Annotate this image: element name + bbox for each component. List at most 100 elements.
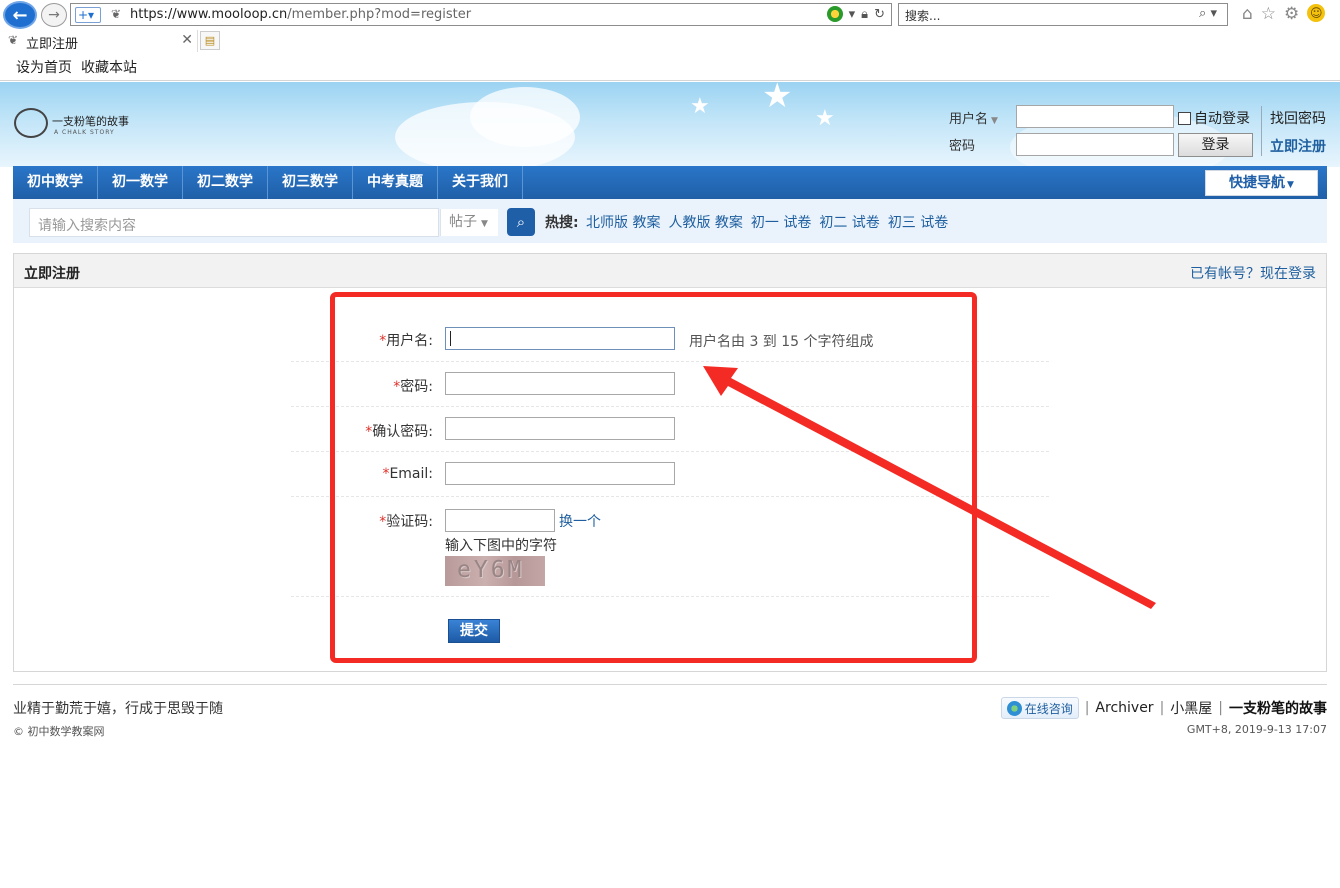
checkbox-icon[interactable] — [1178, 111, 1191, 125]
email-input[interactable] — [445, 462, 675, 485]
blackhouse-link[interactable]: 小黑屋 — [1170, 698, 1212, 718]
back-button[interactable]: ← — [3, 1, 37, 29]
header-register-link[interactable]: 立即注册 — [1270, 136, 1326, 156]
logo-subtext: A CHALK STORY — [54, 129, 115, 136]
register-panel: 立即注册 已有帐号？现在登录 *用户名: 用户名由 3 到 15 个字符组成 *… — [13, 253, 1327, 672]
page-title: 立即注册 — [24, 266, 80, 282]
nav-item-grade7-math[interactable]: 初一数学 — [98, 166, 183, 199]
login-username-text: 用户名 — [949, 112, 989, 127]
nav-item-grade8-math[interactable]: 初二数学 — [183, 166, 268, 199]
separator: | — [1159, 700, 1165, 716]
site-name-link[interactable]: 一支粉笔的故事 — [1229, 698, 1327, 718]
dropdown-arrow-icon[interactable]: ▾ — [849, 7, 856, 22]
chat-icon — [1006, 700, 1022, 716]
footer-links: 在线咨询 | Archiver | 小黑屋 | 一支粉笔的故事 — [1000, 697, 1327, 719]
nav-item-about-us[interactable]: 关于我们 — [438, 166, 523, 199]
site-favicon-icon: ❦ — [111, 7, 122, 21]
footer-divider — [13, 684, 1327, 685]
confirm-password-input[interactable] — [445, 417, 675, 440]
separator: | — [1084, 700, 1090, 716]
footer-motto: 业精于勤荒于嬉，行成于思毁于随 — [13, 701, 223, 717]
site-search-placeholder: 请输入搜索内容 — [38, 218, 136, 234]
login-username-input[interactable] — [1016, 105, 1174, 128]
forgot-password-link[interactable]: 找回密码 — [1270, 108, 1326, 128]
home-icon[interactable]: ⌂ — [1242, 4, 1253, 24]
username-input[interactable] — [445, 327, 675, 350]
extension-icon[interactable] — [826, 6, 843, 22]
chevron-down-icon: ▼ — [1287, 180, 1294, 190]
close-icon[interactable]: ✕ — [181, 32, 193, 48]
chevron-down-icon: ▼ — [991, 116, 998, 126]
username-row: *用户名: 用户名由 3 到 15 个字符组成 — [291, 316, 1049, 362]
captcha-image[interactable]: eY6M — [445, 556, 545, 586]
footer-timestamp: GMT+8, 2019-9-13 17:07 — [1186, 723, 1327, 736]
browser-right-icons: ⌂ ☆ ⚙ ☺ — [1242, 4, 1326, 24]
chevron-down-icon: ▼ — [481, 219, 488, 229]
address-url[interactable]: https://www.mooloop.cn/member.php?mod=re… — [130, 7, 471, 22]
email-label-text: Email: — [389, 466, 433, 482]
login-username-label[interactable]: 用户名 ▼ — [949, 108, 998, 127]
site-header: ★ ★ ★ 一支粉笔的故事 A CHALK STORY 用户名 ▼ 密码 自动登录… — [0, 82, 1340, 167]
login-password-label: 密码 — [949, 139, 976, 154]
password-row: *密码: — [291, 362, 1049, 407]
hot-search-label: 热搜: — [545, 215, 579, 231]
quick-nav-label: 快捷导航 — [1229, 175, 1286, 191]
username-tip: 用户名由 3 到 15 个字符组成 — [689, 334, 874, 350]
logo-text: 一支粉笔的故事 — [52, 115, 129, 128]
login-password-input[interactable] — [1016, 133, 1174, 156]
auto-login-label: 自动登录 — [1194, 111, 1250, 127]
security-shield-icon[interactable]: +▾ — [75, 7, 101, 23]
star-icon[interactable]: ☆ — [1261, 4, 1276, 24]
decor-star-icon: ★ — [815, 106, 835, 131]
hot-link[interactable]: 人教版 教案 — [668, 212, 742, 232]
bookmark-site-link[interactable]: 收藏本站 — [81, 57, 137, 77]
captcha-hint: 输入下图中的字符 — [445, 538, 557, 554]
site-search-input[interactable]: 请输入搜索内容 帖子 ▼ — [29, 208, 498, 237]
captcha-refresh-link[interactable]: 换一个 — [559, 511, 601, 531]
url-path: /member.php?mod=register — [287, 7, 472, 22]
archiver-link[interactable]: Archiver — [1095, 700, 1153, 716]
decor-star-icon: ★ — [690, 94, 710, 119]
gear-icon[interactable]: ⚙ — [1284, 4, 1299, 24]
url-domain: https://www.mooloop.cn — [130, 7, 288, 22]
tab-title: 立即注册 — [26, 37, 79, 52]
captcha-input[interactable] — [445, 509, 555, 532]
browser-tab[interactable]: ❦ 立即注册 ✕ — [0, 30, 198, 52]
main-nav: 初中数学 初一数学 初二数学 初三数学 中考真题 关于我们 快捷导航 ▼ — [13, 166, 1327, 199]
search-icon[interactable]: ⌕ ▾ — [1199, 6, 1217, 21]
hot-link[interactable]: 初三 试卷 — [888, 212, 948, 232]
captcha-row: *验证码: 换一个 输入下图中的字符 eY6M — [291, 497, 1049, 597]
forward-button[interactable]: → — [41, 3, 67, 27]
refresh-icon[interactable]: ↻ — [874, 7, 885, 22]
existing-account-login-link[interactable]: 已有帐号？现在登录 — [1190, 263, 1316, 283]
set-homepage-link[interactable]: 设为首页 — [16, 57, 72, 77]
nav-item-grade9-math[interactable]: 初三数学 — [268, 166, 353, 199]
hot-link[interactable]: 初二 试卷 — [819, 212, 879, 232]
divider — [1261, 106, 1262, 156]
nav-item-junior-math[interactable]: 初中数学 — [13, 166, 98, 199]
hot-link[interactable]: 初一 试卷 — [751, 212, 811, 232]
online-consult-button[interactable]: 在线咨询 — [1000, 697, 1079, 719]
browser-tabbar: ❦ 立即注册 ✕ ▤ — [0, 30, 1340, 52]
address-bar[interactable]: +▾ ❦ https://www.mooloop.cn/member.php?m… — [70, 3, 892, 26]
login-button[interactable]: 登录 — [1178, 133, 1253, 157]
nav-item-exam-papers[interactable]: 中考真题 — [353, 166, 438, 199]
captcha-text: eY6M — [457, 557, 525, 583]
smiley-icon[interactable]: ☺ — [1307, 4, 1326, 22]
auto-login-checkbox[interactable]: 自动登录 — [1178, 108, 1250, 128]
decor-star-icon: ★ — [762, 82, 793, 116]
password-input[interactable] — [445, 372, 675, 395]
tab-favicon-icon: ❦ — [8, 33, 19, 47]
hot-search-links: 北师版 教案 人教版 教案 初一 试卷 初二 试卷 初三 试卷 — [586, 212, 948, 232]
hot-link[interactable]: 北师版 教案 — [586, 212, 660, 232]
confirm-password-row: *确认密码: — [291, 407, 1049, 452]
search-button[interactable]: ⌕ — [507, 208, 535, 236]
search-type-select[interactable]: 帖子 ▼ — [440, 209, 498, 236]
new-tab-button[interactable]: ▤ — [200, 31, 220, 50]
quick-nav-button[interactable]: 快捷导航 ▼ — [1205, 170, 1318, 196]
browser-toolbar: ← → +▾ ❦ https://www.mooloop.cn/member.p… — [0, 0, 1340, 30]
submit-button[interactable]: 提交 — [448, 619, 500, 643]
lock-icon[interactable]: 🔒︎ — [861, 7, 868, 22]
browser-search-box[interactable]: 搜索... ⌕ ▾ — [898, 3, 1228, 26]
site-logo[interactable]: 一支粉笔的故事 A CHALK STORY — [14, 108, 144, 142]
